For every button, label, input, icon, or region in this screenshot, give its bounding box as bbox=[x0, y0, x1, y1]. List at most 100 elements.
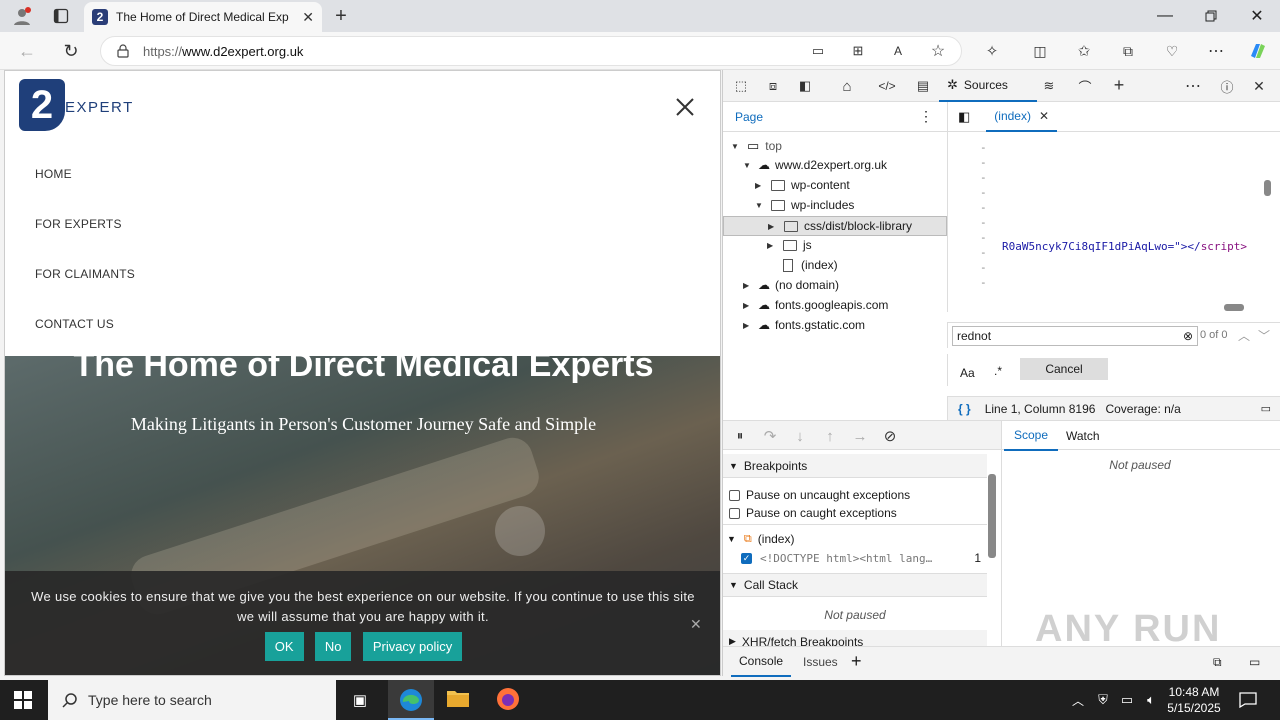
horizontal-scrollbar[interactable] bbox=[954, 304, 1274, 312]
debugger-scrollbar[interactable] bbox=[987, 454, 997, 634]
deactivate-breakpoints-icon[interactable]: ⊘ bbox=[881, 427, 899, 445]
pause-icon[interactable]: ⏸ bbox=[731, 427, 749, 445]
start-icon[interactable] bbox=[12, 690, 34, 710]
tree-js-folder[interactable]: ▶ js bbox=[767, 238, 812, 252]
immersive-reader-icon[interactable]: ▭ bbox=[808, 42, 828, 60]
tab-sources[interactable]: ✲ Sources bbox=[939, 70, 1037, 102]
favorite-star-icon[interactable]: ☆ bbox=[928, 42, 948, 60]
tree-fonts-googleapis[interactable]: ▶ ☁ fonts.googleapis.com bbox=[743, 298, 888, 312]
pretty-print-icon[interactable]: { } bbox=[958, 402, 971, 416]
close-menu-icon[interactable] bbox=[673, 95, 697, 119]
nav-for-claimants[interactable]: FOR CLAIMANTS bbox=[35, 267, 135, 281]
dock-icon[interactable]: ◧ bbox=[795, 77, 815, 95]
favorites-icon[interactable]: ✩ bbox=[1074, 42, 1094, 60]
apps-icon[interactable]: ⊞ bbox=[848, 42, 868, 60]
read-aloud-icon[interactable]: A bbox=[888, 42, 908, 60]
close-file-icon[interactable]: ✕ bbox=[1039, 109, 1049, 123]
nav-home[interactable]: HOME bbox=[35, 167, 72, 181]
step-out-icon[interactable]: ↑ bbox=[821, 427, 839, 445]
tree-top[interactable]: ▼ ▭ top bbox=[731, 138, 782, 154]
cookie-ok-button[interactable]: OK bbox=[264, 632, 304, 661]
profile-icon[interactable] bbox=[10, 6, 34, 26]
tray-network-icon[interactable]: ▭ bbox=[1118, 690, 1136, 710]
console-icon[interactable]: ▤ bbox=[913, 77, 933, 95]
search-next-icon[interactable]: ﹀ bbox=[1258, 327, 1270, 344]
notifications-icon[interactable] bbox=[1238, 690, 1258, 710]
regex-toggle[interactable]: .* bbox=[994, 364, 1002, 378]
match-case-toggle[interactable]: Aa bbox=[960, 366, 975, 380]
welcome-home-icon[interactable]: ⌂ bbox=[837, 77, 857, 95]
close-window-icon[interactable]: ✕ bbox=[1234, 0, 1280, 32]
tray-chevron-icon[interactable]: ︿ bbox=[1070, 690, 1086, 710]
browser-tab-active[interactable]: 2 The Home of Direct Medical Exp ✕ bbox=[84, 2, 322, 32]
performance-icon[interactable]: ♡ bbox=[1162, 42, 1182, 60]
extensions-icon[interactable]: ✧ bbox=[982, 42, 1002, 60]
vertical-scrollbar[interactable] bbox=[1264, 142, 1272, 302]
pause-caught-row[interactable]: Pause on caught exceptions bbox=[729, 506, 897, 520]
device-emulation-icon[interactable]: ⧈ bbox=[763, 77, 783, 95]
search-input[interactable]: rednot ⊗ bbox=[952, 326, 1198, 346]
nav-for-experts[interactable]: FOR EXPERTS bbox=[35, 217, 122, 231]
close-devtools-icon[interactable]: ✕ bbox=[1249, 77, 1269, 95]
cookie-privacy-button[interactable]: Privacy policy bbox=[362, 632, 463, 661]
taskbar-search[interactable]: Type here to search bbox=[48, 680, 336, 720]
inspect-icon[interactable]: ⬚ bbox=[731, 77, 751, 95]
tab-actions-icon[interactable] bbox=[50, 6, 72, 26]
tab-scope[interactable]: Scope bbox=[1004, 421, 1059, 451]
collections-icon[interactable]: ⧉ bbox=[1118, 42, 1138, 60]
xhr-section[interactable]: ▶ XHR/fetch Breakpoints bbox=[723, 630, 987, 646]
step-icon[interactable]: → bbox=[851, 427, 869, 445]
url-field[interactable]: https://www.d2expert.org.uk bbox=[100, 36, 962, 66]
drawer-undock-icon[interactable]: ⧉ bbox=[1213, 655, 1222, 670]
tree-domain[interactable]: ▼ ☁ www.d2expert.org.uk bbox=[743, 158, 887, 172]
taskbar-edge-icon[interactable] bbox=[388, 680, 434, 720]
tray-security-icon[interactable]: ⛨ bbox=[1094, 690, 1112, 710]
tree-fonts-gstatic[interactable]: ▶ ☁ fonts.gstatic.com bbox=[743, 318, 865, 332]
tree-no-domain[interactable]: ▶ ☁ (no domain) bbox=[743, 278, 839, 292]
drawer-tab-console[interactable]: Console bbox=[731, 647, 792, 677]
pause-uncaught-row[interactable]: Pause on uncaught exceptions bbox=[729, 488, 910, 502]
step-over-icon[interactable]: ↷ bbox=[761, 427, 779, 445]
cookie-close-icon[interactable]: ✕ bbox=[690, 616, 702, 633]
refresh-icon[interactable]: ↻ bbox=[60, 41, 82, 61]
drawer-add-icon[interactable]: + bbox=[851, 651, 862, 672]
tray-volume-icon[interactable]: 🔈︎ bbox=[1142, 690, 1160, 710]
firefox-icon[interactable] bbox=[496, 687, 522, 713]
tab-watch[interactable]: Watch bbox=[1066, 429, 1100, 443]
devtools-menu-icon[interactable]: ⋯ bbox=[1183, 77, 1203, 95]
site-logo-text[interactable]: EXPERT bbox=[65, 99, 134, 116]
file-explorer-icon[interactable] bbox=[446, 688, 472, 710]
task-view-icon[interactable]: ▣ bbox=[348, 690, 372, 710]
copilot-icon[interactable] bbox=[1246, 40, 1270, 62]
editor-tab-index[interactable]: (index) ✕ bbox=[986, 102, 1058, 132]
new-tab-icon[interactable]: + bbox=[330, 5, 352, 27]
breakpoint-entry[interactable]: ✓ <!DOCTYPE html><html lang… 1 bbox=[741, 551, 981, 565]
minimize-icon[interactable]: — bbox=[1142, 0, 1188, 32]
navigator-menu-icon[interactable]: ⋮ bbox=[919, 108, 933, 125]
call-stack-section[interactable]: ▼ Call Stack bbox=[723, 573, 987, 597]
clear-search-icon[interactable]: ⊗ bbox=[1183, 329, 1193, 343]
drawer-tab-issues[interactable]: Issues bbox=[803, 655, 838, 669]
breakpoint-file-row[interactable]: ▼ ⧉ (index) bbox=[727, 532, 794, 546]
more-menu-icon[interactable]: ⋯ bbox=[1206, 42, 1226, 60]
back-icon[interactable]: ← bbox=[16, 41, 38, 61]
step-into-icon[interactable]: ↓ bbox=[791, 427, 809, 445]
cancel-search-button[interactable]: Cancel bbox=[1020, 358, 1108, 380]
site-logo-mark[interactable]: 2 bbox=[19, 79, 65, 131]
performance-panel-icon[interactable]: ⌒ bbox=[1073, 77, 1097, 95]
elements-icon[interactable]: </> bbox=[875, 77, 899, 95]
split-screen-icon[interactable]: ◫ bbox=[1030, 42, 1050, 60]
toggle-navigator-icon[interactable]: ◧ bbox=[958, 109, 970, 125]
close-tab-icon[interactable]: ✕ bbox=[302, 9, 314, 26]
restore-icon[interactable] bbox=[1188, 0, 1234, 32]
tree-css-folder[interactable]: ▶ css/dist/block-library bbox=[723, 216, 947, 236]
help-icon[interactable]: ⓘ bbox=[1217, 77, 1237, 95]
tab-page[interactable]: Page bbox=[735, 110, 763, 124]
search-prev-icon[interactable]: ︿ bbox=[1238, 327, 1250, 344]
tree-wp-content[interactable]: ▶ wp-content bbox=[755, 178, 850, 192]
clock[interactable]: 10:48 AM 5/15/2025 bbox=[1164, 684, 1224, 716]
code-editor[interactable]: - - - - - - - - - - R0aW5ncyk7Ci8qIF1dPi… bbox=[947, 132, 1280, 312]
network-icon[interactable]: ≋ bbox=[1039, 77, 1059, 95]
breakpoints-section[interactable]: ▼ Breakpoints bbox=[723, 454, 987, 478]
lock-icon[interactable] bbox=[117, 44, 129, 58]
